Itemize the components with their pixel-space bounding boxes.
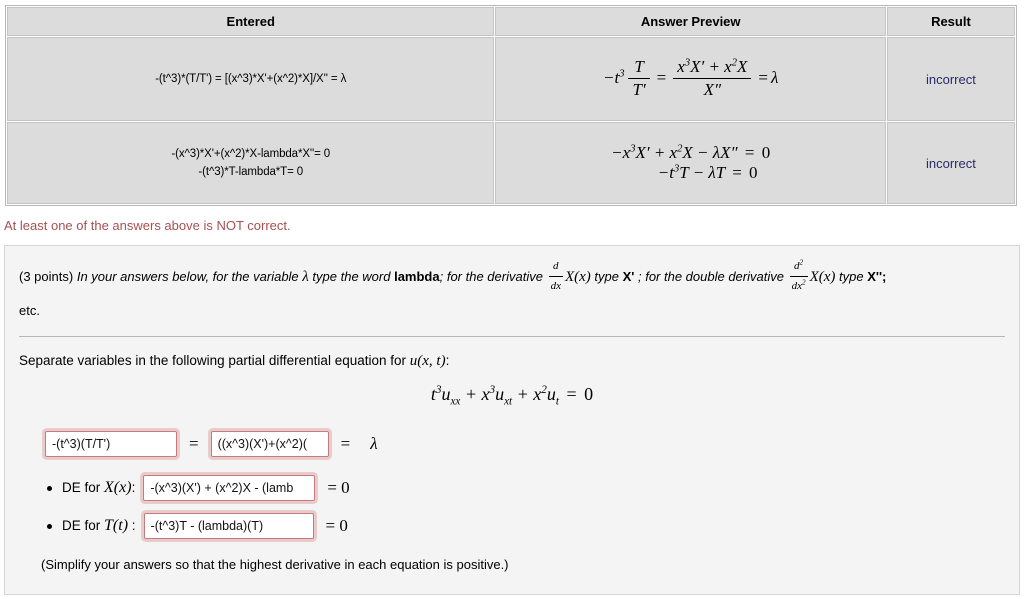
lambda-result-symbol: λ xyxy=(370,434,378,454)
de-x-function: X(x) xyxy=(104,479,132,497)
first-derivative-operator-icon: d dx xyxy=(548,257,563,297)
result-status-cell-1: incorrect xyxy=(886,37,1015,121)
entered-answer-cell-1: -(t^3)*(T/T') = [(x^3)*X'+(x^2)*X]/X'' =… xyxy=(7,37,495,121)
problem-prompt-colon: : xyxy=(445,353,450,369)
instructions-lead: In your answers below, for the variable xyxy=(76,269,299,285)
results-table: Entered Answer Preview Result -(t^3)*(T/… xyxy=(5,5,1017,206)
separation-right-input[interactable]: ((x^3)(X')+(x^2)( xyxy=(210,431,329,458)
instructions-etc: etc. xyxy=(19,302,40,318)
lambda-symbol: λ xyxy=(302,269,309,286)
x-prime-keyword: X' xyxy=(622,269,635,285)
status-badge: incorrect xyxy=(926,155,976,171)
equals-sign-1: = xyxy=(189,434,199,454)
de-t-answer-row: DE for T(t) : -(t^3)T - (lambda)(T) = 0 xyxy=(19,513,1005,540)
table-row: -(x^3)*X'+(x^2)*X-lambda*X''= 0 -(t^3)*T… xyxy=(7,122,1015,204)
answer-preview-cell-2: −x3X′ + x2X − λX″ = 0 −t3T − λT = 0 xyxy=(495,122,886,204)
entered-answer-text-2: -(x^3)*X'+(x^2)*X-lambda*X''= 0 -(t^3)*T… xyxy=(171,147,331,178)
column-header-result: Result xyxy=(886,7,1015,36)
entered-answer-text-1: -(t^3)*(T/T') = [(x^3)*X'+(x^2)*X]/X'' =… xyxy=(155,72,347,85)
de-t-function: T(t) xyxy=(104,517,129,535)
answer-preview-math-2-line1: −x3X′ + x2X − λX″ = 0 xyxy=(611,143,771,162)
separation-answer-row: -(t^3)(T/T') = ((x^3)(X')+(x^2)( = λ xyxy=(45,431,1005,458)
points-label: (3 points) xyxy=(19,269,74,285)
answer-preview-math-2-line2: −t3T − λT = 0 xyxy=(657,163,758,182)
problem-prompt-text: Separate variables in the following part… xyxy=(19,353,406,369)
answer-preview-cell-1: −t3 T T′ = x3X′ + x2X X″ = λ xyxy=(495,37,886,121)
problem-function: u(x, t) xyxy=(409,353,446,370)
answer-preview-math-1: −t3 T T′ = x3X′ + x2X X″ = λ xyxy=(603,56,779,99)
instructions-text: (3 points) In your answers below, for th… xyxy=(19,258,1005,322)
de-x-label: DE for X(x): xyxy=(62,479,135,497)
de-x-answer-row: DE for X(x): -(x^3)(X') + (x^2)X - (lamb… xyxy=(19,475,1005,502)
bullet-icon xyxy=(47,485,52,491)
problem-panel: (3 points) In your answers below, for th… xyxy=(4,245,1020,595)
pde-equation-container: t3uxx + x3uxt + x2ut = 0 xyxy=(19,384,1005,408)
separation-left-input[interactable]: -(t^3)(T/T') xyxy=(45,431,177,458)
instructions-derivative-lead: ; for the derivative xyxy=(439,269,543,285)
table-row: -(t^3)*(T/T') = [(x^3)*X'+(x^2)*X]/X'' =… xyxy=(7,37,1015,121)
de-t-colon: : xyxy=(128,518,136,534)
column-header-entered: Entered xyxy=(7,7,495,36)
section-divider xyxy=(19,336,1005,338)
de-x-label-prefix: DE for xyxy=(62,480,101,496)
x-function-1: X(x) xyxy=(564,269,591,286)
de-t-label: DE for T(t) : xyxy=(62,517,136,535)
de-x-equals-zero: = 0 xyxy=(327,478,350,498)
warning-message: At least one of the answers above is NOT… xyxy=(4,218,291,233)
results-table-container: Entered Answer Preview Result -(t^3)*(T/… xyxy=(0,0,1024,206)
column-header-answer-preview: Answer Preview xyxy=(495,7,886,36)
de-x-colon: : xyxy=(131,480,136,496)
table-header-row: Entered Answer Preview Result xyxy=(7,7,1015,36)
x-function-2: X(x) xyxy=(809,269,836,286)
bullet-icon xyxy=(47,523,52,529)
equals-sign-2: = xyxy=(340,434,351,454)
second-derivative-operator-icon: d2 dx2 xyxy=(789,258,808,293)
de-t-input[interactable]: -(t^3)T - (lambda)(T) xyxy=(143,513,314,540)
instructions-type-word: type the word xyxy=(312,269,391,285)
problem-prompt: Separate variables in the following part… xyxy=(19,353,1005,370)
lambda-keyword: lambda xyxy=(394,269,440,285)
instructions-double-lead: ; for the double derivative xyxy=(637,269,784,285)
de-t-equals-zero: = 0 xyxy=(325,516,348,536)
instructions-type-2: type xyxy=(839,269,864,285)
x-double-prime-keyword: X''; xyxy=(867,269,887,285)
instructions-type-1: type xyxy=(594,269,619,285)
de-t-label-prefix: DE for xyxy=(62,518,101,534)
status-badge: incorrect xyxy=(926,71,976,87)
entered-answer-cell-2: -(x^3)*X'+(x^2)*X-lambda*X''= 0 -(t^3)*T… xyxy=(7,122,495,204)
result-status-cell-2: incorrect xyxy=(886,122,1015,204)
simplify-note: (Simplify your answers so that the highe… xyxy=(41,557,509,573)
de-x-input[interactable]: -(x^3)(X') + (x^2)X - (lamb xyxy=(143,475,316,502)
pde-equation: t3uxx + x3uxt + x2ut = 0 xyxy=(430,384,594,408)
